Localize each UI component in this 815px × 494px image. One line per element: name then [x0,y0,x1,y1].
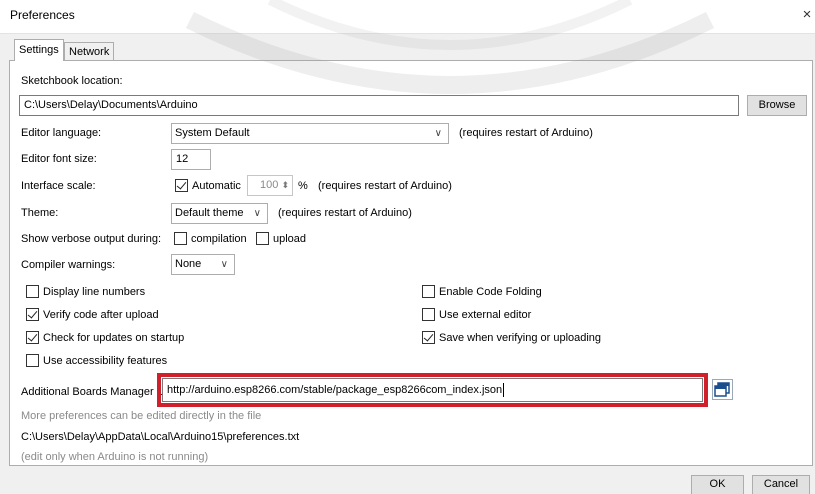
close-icon[interactable]: × [800,7,814,23]
prefs-file-path: C:\Users\Delay\AppData\Local\Arduino15\p… [21,431,300,443]
tab-settings[interactable]: Settings [14,39,64,61]
scale-spinner[interactable]: 100 ⬍ [247,175,293,196]
scale-unit: % [298,180,308,192]
verify-after-upload-label: Verify code after upload [43,309,159,321]
check-updates-label: Check for updates on startup [43,332,185,344]
compiler-warnings-select[interactable]: None ∨ [171,254,235,275]
ok-button[interactable]: OK [691,475,744,494]
window-icon-glyph [714,382,730,397]
boards-manager-url-text: http://arduino.esp8266.com/stable/packag… [167,384,503,396]
upload-label: upload [273,233,307,245]
external-editor-checkbox[interactable] [422,308,435,321]
theme-value: Default theme [175,207,244,219]
code-folding-checkbox[interactable] [422,285,435,298]
accessibility-checkbox[interactable] [26,354,39,367]
chevron-down-icon: ∨ [253,208,261,219]
sketchbook-label: Sketchbook location: [21,75,123,87]
font-size-label: Editor font size: [21,153,97,165]
title-bar: Preferences × [0,0,815,34]
text-cursor [503,383,505,398]
display-line-numbers-label: Display line numbers [43,286,146,298]
display-line-numbers-checkbox[interactable] [26,285,39,298]
chevron-down-icon: ∨ [220,259,228,270]
theme-select[interactable]: Default theme ∨ [171,203,268,224]
automatic-checkbox[interactable] [175,179,188,192]
spinner-arrows-icon[interactable]: ⬍ [281,176,289,195]
interface-scale-label: Interface scale: [21,180,96,192]
chevron-down-icon: ∨ [434,128,442,139]
save-when-verifying-checkbox[interactable] [422,331,435,344]
editor-language-label: Editor language: [21,127,102,139]
verify-after-upload-checkbox[interactable] [26,308,39,321]
cancel-button[interactable]: Cancel [752,475,810,494]
boards-manager-url-input[interactable]: http://arduino.esp8266.com/stable/packag… [162,378,703,402]
compilation-checkbox[interactable] [174,232,187,245]
window-icon[interactable] [712,379,733,400]
save-when-verifying-label: Save when verifying or uploading [439,332,602,344]
code-folding-label: Enable Code Folding [439,286,542,298]
browse-button[interactable]: Browse [747,95,807,116]
sketchbook-path-input[interactable]: C:\Users\Delay\Documents\Arduino [19,95,739,116]
theme-label: Theme: [21,207,59,219]
font-size-input[interactable]: 12 [171,149,211,170]
editor-language-note: (requires restart of Arduino) [459,127,593,139]
compiler-warnings-value: None [175,258,202,270]
theme-note: (requires restart of Arduino) [278,207,412,219]
check-updates-checkbox[interactable] [26,331,39,344]
compiler-warnings-label: Compiler warnings: [21,259,116,271]
automatic-label: Automatic [192,180,241,192]
accessibility-label: Use accessibility features [43,355,168,367]
verbose-label: Show verbose output during: [21,233,162,245]
tab-network[interactable]: Network [64,42,115,60]
upload-checkbox[interactable] [256,232,269,245]
interface-scale-note: (requires restart of Arduino) [318,180,452,192]
editor-language-value: System Default [175,127,250,139]
edit-only-note: (edit only when Arduino is not running) [21,451,209,463]
window-title: Preferences [10,8,75,22]
scale-value: 100 [260,179,279,191]
external-editor-label: Use external editor [439,309,532,321]
more-prefs-note: More preferences can be edited directly … [21,410,262,422]
editor-language-select[interactable]: System Default ∨ [171,123,449,144]
compilation-label: compilation [191,233,247,245]
